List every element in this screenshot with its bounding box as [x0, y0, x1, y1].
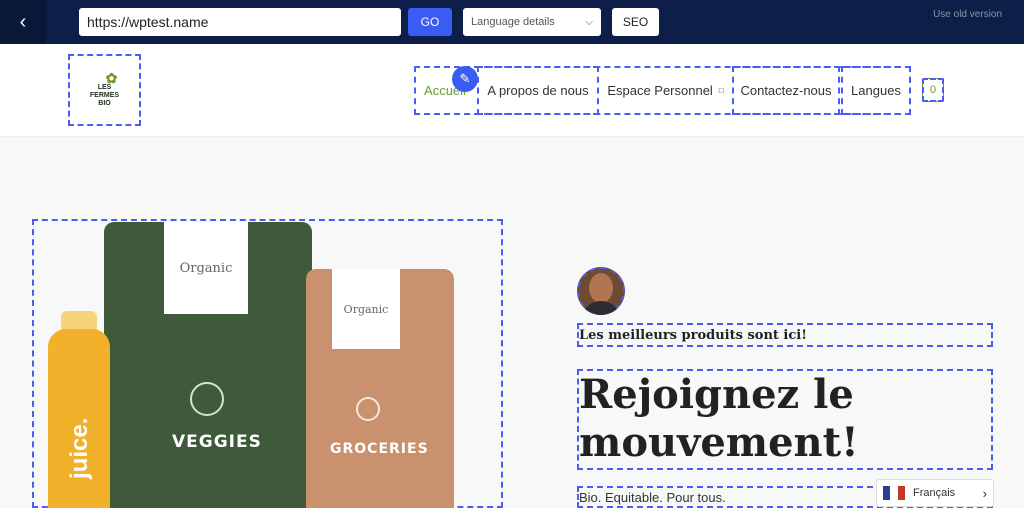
tagline: Les meilleurs produits sont ici! [577, 323, 993, 347]
pouch-name: VEGGIES [172, 432, 262, 452]
pouch-name: GROCERIES [330, 441, 429, 457]
logo-line: FERMES [89, 92, 120, 99]
nav-item-langues[interactable]: Langues [841, 66, 911, 115]
nav-item-contactez-nous[interactable]: Contactez-nous [732, 66, 840, 115]
emblem-icon [356, 397, 380, 421]
nav-item-espace-personnel[interactable]: Espace Personnel □ [600, 66, 731, 115]
url-input[interactable] [79, 8, 401, 36]
back-button[interactable]: ‹ [0, 0, 46, 44]
hero-image: Organic VEGGIES Organic GROCERIES juice. [32, 219, 503, 508]
language-switcher[interactable]: Français › [876, 479, 994, 507]
leaf-icon: ✿ [105, 70, 118, 86]
france-flag-icon [883, 486, 905, 500]
groceries-pouch: Organic GROCERIES [306, 269, 454, 508]
editor-toolbar: ‹ GO Language details ⌵ SEO Use old vers… [0, 0, 1024, 44]
chevron-right-icon: › [982, 485, 987, 501]
language-details-select[interactable]: Language details ⌵ [463, 8, 601, 36]
emblem-icon [190, 382, 224, 416]
headline-line: mouvement! [579, 419, 859, 466]
avatar [577, 267, 625, 315]
pouch-label: Organic [332, 269, 400, 349]
headline-line: Rejoignez le [579, 371, 854, 418]
logo-line: LES [97, 84, 112, 91]
main-nav: Accueil A propos de nous Espace Personne… [414, 66, 911, 115]
edit-pencil-icon[interactable]: ✎ [452, 66, 478, 92]
go-button[interactable]: GO [408, 8, 452, 36]
nav-label: Espace Personnel [607, 83, 713, 98]
veggies-pouch: Organic VEGGIES [104, 222, 312, 508]
hero-headline: Rejoignez le mouvement! [577, 369, 993, 470]
pouch-label: Organic [164, 222, 248, 314]
site-logo[interactable]: ✿ LES FERMES BIO [68, 54, 141, 126]
use-old-version-link[interactable]: Use old version [933, 9, 1002, 20]
cart-icon[interactable]: 0 [922, 78, 944, 102]
cart-count: 0 [929, 84, 937, 96]
seo-button[interactable]: SEO [612, 8, 659, 36]
bottle-text: juice. [66, 417, 93, 479]
chevron-left-icon: ‹ [19, 10, 27, 33]
nav-item-a-propos[interactable]: A propos de nous [477, 66, 599, 115]
logo-line: BIO [98, 100, 111, 107]
language-label: Français [913, 487, 956, 499]
chevron-down-icon: ⌵ [585, 16, 593, 28]
juice-bottle: juice. [48, 329, 110, 508]
dropdown-indicator-icon: □ [718, 86, 724, 95]
language-select-value: Language details [471, 16, 555, 28]
